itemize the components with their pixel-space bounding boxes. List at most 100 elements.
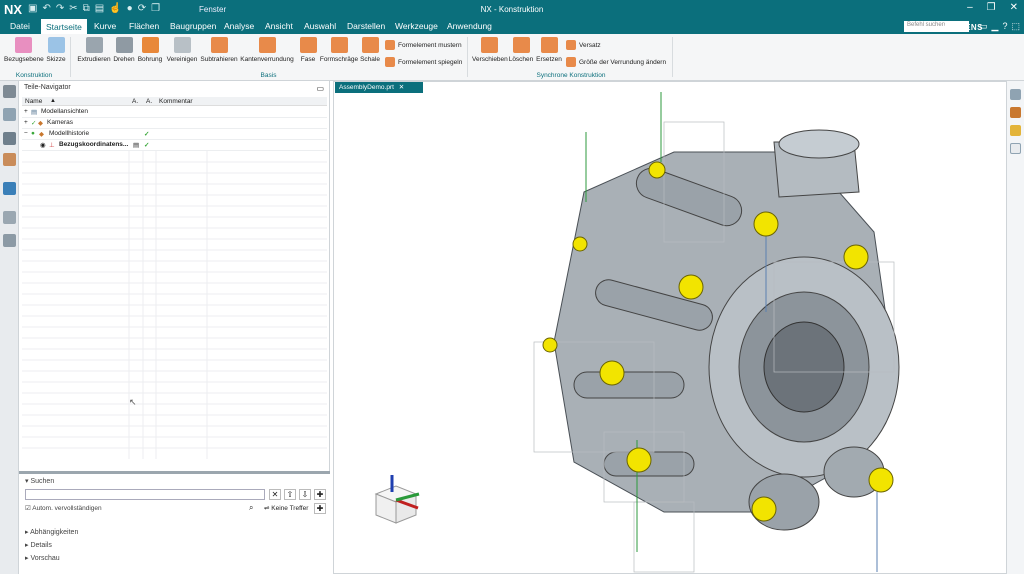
section-details[interactable]: ▸ Details	[25, 541, 52, 549]
no-hits-label: ⇌ Keine Treffer	[264, 505, 309, 512]
web-browser-icon[interactable]	[3, 182, 16, 195]
datum-plane-button[interactable]: Bezugsebene	[4, 37, 44, 63]
draft-button[interactable]: Formschräge	[319, 37, 359, 63]
replace-face-button[interactable]: Ersetzen	[536, 37, 562, 63]
tab-datei[interactable]: Datei	[8, 21, 32, 31]
palette-icon[interactable]	[1010, 107, 1021, 118]
subtract-button[interactable]: Subtrahieren	[200, 37, 238, 63]
tab-ansicht[interactable]: Ansicht	[263, 21, 295, 31]
sort-icon[interactable]: ▲	[50, 98, 56, 104]
layer-icon[interactable]	[1010, 125, 1021, 136]
tab-anwendung[interactable]: Anwendung	[445, 21, 494, 31]
panel-splitter[interactable]	[19, 471, 330, 474]
panel-maximize-icon[interactable]: ▭	[316, 84, 324, 93]
fastener-8	[648, 161, 666, 179]
hole-icon	[141, 37, 159, 53]
search-input[interactable]	[25, 489, 265, 500]
mirror-feature-button[interactable]: Formelement spiegeln	[385, 57, 462, 67]
delete-face-icon	[512, 37, 530, 53]
window-icon[interactable]: ▭	[979, 21, 988, 32]
column-a1[interactable]: A.	[132, 98, 138, 105]
settings-icon[interactable]	[3, 85, 16, 98]
tab-startseite[interactable]: Startseite	[41, 19, 87, 34]
camera-icon: ◆	[38, 120, 43, 127]
column-a2[interactable]: A.	[146, 98, 152, 105]
reuse-library-icon[interactable]	[3, 153, 16, 166]
shell-button[interactable]: Schale	[360, 37, 380, 63]
document-tab[interactable]: AssemblyDemo.prt ✕	[335, 82, 423, 93]
tab-auswahl[interactable]: Auswahl	[302, 21, 338, 31]
column-comment[interactable]: Kommentar	[159, 98, 193, 105]
tab-flaechen[interactable]: Flächen	[127, 21, 161, 31]
tree-row-bezugskoordinatensystem[interactable]: ◉ ⊥ Bezugskoordinatens... ▤ ✓	[22, 140, 327, 151]
autocomplete-checkbox[interactable]: ☑ Autom. vervollständigen	[25, 504, 102, 512]
tab-kurve[interactable]: Kurve	[92, 21, 118, 31]
column-name[interactable]: Name	[25, 98, 42, 105]
ribbon: Bezugsebene Skizze Konstruktion Extrudie…	[0, 34, 1024, 81]
visibility-icon[interactable]: ◉	[40, 141, 46, 149]
tree-row-modellansichten[interactable]: + ▤ Modellansichten	[22, 107, 327, 118]
section-abhaengigkeiten[interactable]: ▸ Abhängigkeiten	[25, 528, 78, 536]
tab-baugruppen[interactable]: Baugruppen	[168, 21, 218, 31]
resize-blend-button[interactable]: Größe der Verrundung ändern	[566, 57, 666, 67]
close-icon[interactable]: ✕	[1010, 2, 1018, 13]
move-face-icon	[480, 37, 498, 53]
collapse-icon[interactable]: −	[24, 130, 28, 137]
up-to-date-icon: ✓	[144, 131, 150, 138]
tab-close-icon[interactable]: ✕	[399, 84, 404, 91]
search-filter-icon[interactable]: ⌕	[249, 503, 253, 513]
revolve-button[interactable]: Drehen	[113, 37, 135, 63]
draft-icon	[330, 37, 348, 53]
help-icon[interactable]: ?	[1002, 21, 1007, 32]
sketch-icon	[47, 37, 65, 53]
section-vorschau[interactable]: ▸ Vorschau	[25, 554, 60, 562]
chamfer-button[interactable]: Fase	[298, 37, 318, 63]
graphics-window[interactable]	[333, 81, 1007, 574]
sketch-button[interactable]: Skizze	[44, 37, 68, 63]
assembly-navigator-icon[interactable]	[3, 108, 16, 121]
assembly-model-view[interactable]	[334, 82, 1006, 573]
maximize-icon[interactable]: ⬚	[1011, 21, 1020, 32]
search-up-icon[interactable]: ⇧	[284, 489, 296, 500]
fastener-3	[678, 274, 704, 300]
minimize-icon[interactable]: –	[967, 2, 973, 13]
panel-icon[interactable]	[1010, 143, 1021, 154]
move-face-button[interactable]: Verschieben	[472, 37, 508, 63]
mouse-pointer-icon: ↖	[129, 397, 137, 407]
expand-icon[interactable]: +	[24, 119, 28, 126]
tab-darstellen[interactable]: Darstellen	[345, 21, 387, 31]
delete-face-button[interactable]: Löschen	[508, 37, 534, 63]
view-triad	[374, 475, 420, 524]
restore-icon[interactable]: ❐	[987, 2, 996, 13]
search-down-icon[interactable]: ⇩	[299, 489, 311, 500]
status-circle-icon: ●	[31, 130, 35, 137]
search-section-header[interactable]: ▾ Suchen	[25, 477, 54, 485]
add-icon[interactable]: ✚	[314, 503, 326, 514]
offset-region-button[interactable]: Versatz	[566, 40, 601, 50]
edge-blend-button[interactable]: Kantenverrundung	[240, 37, 294, 63]
tree-row-kameras[interactable]: + ✓ ◆ Kameras	[22, 118, 327, 129]
roles-icon[interactable]	[3, 234, 16, 247]
subtract-icon	[210, 37, 228, 53]
tree-row-modellhistorie[interactable]: − ● ◆ Modellhistorie ✓	[22, 129, 327, 140]
hole-button[interactable]: Bohrung	[137, 37, 163, 63]
tab-werkzeuge[interactable]: Werkzeuge	[393, 21, 440, 31]
title-bar: NX ▣ ↶ ↷ ✂ ⧉ ▤ ☝ ● ⟳ ❐ Fenster NX - Kons…	[0, 0, 1024, 19]
fastener-2	[843, 244, 869, 270]
unite-button[interactable]: Vereinigen	[166, 37, 198, 63]
clear-search-icon[interactable]: ✕	[269, 489, 281, 500]
extrude-button[interactable]: Extrudieren	[76, 37, 112, 63]
search-options-icon[interactable]: ✚	[314, 489, 326, 500]
info-icon: ▤	[133, 142, 140, 149]
panel-title: Teile-Navigator	[24, 84, 71, 91]
navigator-empty-rows	[22, 151, 327, 459]
properties-icon[interactable]	[1010, 89, 1021, 100]
fastener-9	[572, 236, 588, 252]
tab-analyse[interactable]: Analyse	[222, 21, 256, 31]
history-icon[interactable]	[3, 211, 16, 224]
pattern-feature-button[interactable]: Formelement mustern	[385, 40, 462, 50]
expand-icon[interactable]: +	[24, 108, 28, 115]
tree-label: Modellhistorie	[49, 130, 90, 137]
minimize-panel-icon[interactable]: ▁	[992, 21, 999, 32]
part-navigator-icon[interactable]	[3, 132, 16, 145]
